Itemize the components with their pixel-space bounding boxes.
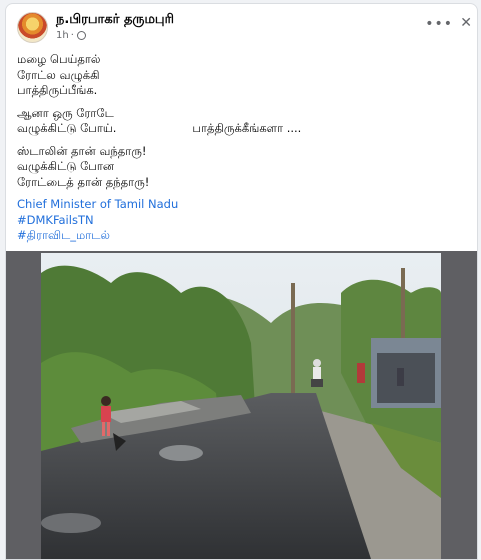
globe-icon (76, 31, 86, 40)
text-line: பாத்திருப்பீங்க. (17, 83, 98, 97)
text-line: ஆனா ஒரு ரோடே (17, 105, 114, 120)
text-line: ஸ்டாலின் தான் வந்தாரு! (17, 143, 147, 158)
text-line: ரோட்டைத் தான் தந்தாரு! (17, 174, 150, 189)
post-media[interactable] (6, 251, 477, 559)
post-header: ந.பிரபாகர் தருமபுரி 1h · ••• ✕ (6, 4, 477, 48)
text-line: வழுக்கிட்டு போன (17, 159, 115, 173)
text-line: மழை பெய்தால் (17, 52, 101, 66)
post-meta: 1h · (56, 30, 86, 41)
post-time[interactable]: 1h (56, 30, 69, 41)
avatar[interactable] (17, 12, 48, 43)
text-line: ரோட்ல வழுக்கி (17, 67, 100, 82)
text-line: வழுக்கிட்டு போய். பாத்திருக்கீங்களா .... (17, 121, 302, 135)
road-photo[interactable] (41, 253, 441, 559)
more-options-icon[interactable]: ••• (425, 16, 453, 32)
post-text: மழை பெய்தால் ரோட்ல வழுக்கி பாத்திருப்பீங… (17, 52, 467, 244)
page-link[interactable]: Chief Minister of Tamil Nadu (17, 197, 467, 213)
close-icon[interactable]: ✕ (460, 15, 472, 31)
post-card: ந.பிரபாகர் தருமபுரி 1h · ••• ✕ மழை பெய்த… (5, 3, 478, 560)
hashtag[interactable]: #DMKFailsTN (17, 213, 467, 229)
hashtag[interactable]: #திராவிட_மாடல் (17, 228, 467, 244)
author-name[interactable]: ந.பிரபாகர் தருமபுரி (56, 12, 174, 28)
